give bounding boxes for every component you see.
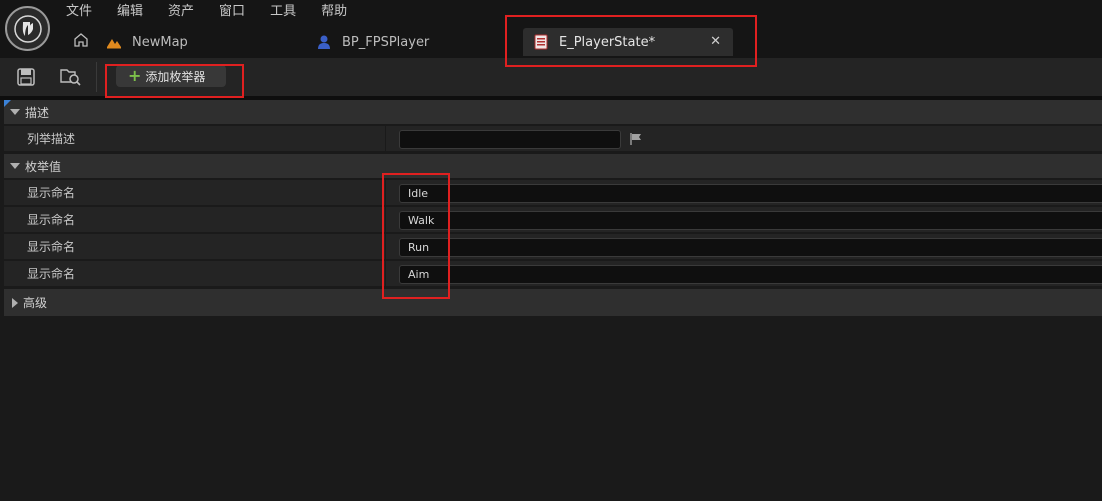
enum-description-input[interactable] (399, 130, 621, 149)
menu-edit[interactable]: 编辑 (117, 2, 155, 22)
enum-value-row: 显示命名 Idle (4, 180, 1102, 206)
tab-label: E_PlayerState* (559, 34, 656, 50)
section-title: 枚举值 (25, 159, 62, 174)
localization-flag-icon[interactable] (629, 132, 643, 146)
collapsed-arrow-icon (12, 297, 18, 308)
description-row: 列举描述 (4, 126, 1102, 152)
display-name-input[interactable]: Idle (399, 184, 1102, 203)
add-enumerator-label: 添加枚举器 (145, 69, 206, 84)
level-map-icon (106, 34, 122, 50)
display-name-input[interactable]: Run (399, 238, 1102, 257)
title-bar: 文件 编辑 资产 窗口 工具 帮助 NewMap BP_FPSPlayer E_… (0, 0, 1102, 58)
menu-tools[interactable]: 工具 (270, 2, 308, 22)
row-label: 显示命名 (27, 213, 76, 227)
column-separator (385, 207, 386, 233)
section-enum-values-header[interactable]: 枚举值 (4, 154, 1102, 178)
enum-value-row: 显示命名 Run (4, 234, 1102, 260)
column-separator (385, 234, 386, 260)
menu-help[interactable]: 帮助 (321, 2, 359, 22)
enum-asset-icon (533, 34, 549, 50)
display-name-input[interactable]: Walk (399, 211, 1102, 230)
unreal-logo-icon[interactable] (5, 6, 50, 51)
blueprint-pawn-icon (316, 34, 332, 50)
close-icon[interactable]: ✕ (710, 34, 721, 49)
row-label: 列举描述 (27, 132, 76, 146)
tab-label: BP_FPSPlayer (342, 34, 430, 50)
main-menu-bar: 文件 编辑 资产 窗口 工具 帮助 (66, 2, 372, 22)
menu-window[interactable]: 窗口 (219, 2, 257, 22)
panel-corner-marker (4, 100, 11, 107)
display-name-input[interactable]: Aim (399, 265, 1102, 284)
save-icon[interactable] (16, 67, 36, 87)
column-separator (385, 261, 386, 287)
section-title: 高级 (23, 296, 48, 310)
row-label: 显示命名 (27, 267, 76, 281)
row-label: 显示命名 (27, 186, 76, 200)
row-label: 显示命名 (27, 240, 76, 254)
expand-arrow-icon (10, 109, 20, 115)
section-advanced-header[interactable]: 高级 (4, 289, 1102, 316)
column-separator (385, 126, 386, 152)
tab-bp-fpsplayer[interactable]: BP_FPSPlayer (316, 28, 429, 56)
menu-asset[interactable]: 资产 (168, 2, 206, 22)
add-enumerator-button[interactable]: + 添加枚举器 (116, 65, 226, 87)
tab-label: NewMap (132, 34, 188, 50)
asset-toolbar: + 添加枚举器 (0, 58, 1102, 96)
enum-value-row: 显示命名 Walk (4, 207, 1102, 233)
section-title: 描述 (25, 105, 50, 120)
expand-arrow-icon (10, 163, 20, 169)
menu-file[interactable]: 文件 (66, 2, 104, 22)
tab-e-playerstate[interactable]: E_PlayerState* ✕ (523, 28, 733, 56)
section-description-header[interactable]: 描述 (4, 100, 1102, 124)
column-separator (385, 180, 386, 206)
enum-value-row: 显示命名 Aim (4, 261, 1102, 287)
plus-icon: + (128, 66, 142, 85)
document-tabs: NewMap BP_FPSPlayer E_PlayerState* ✕ (60, 26, 1102, 58)
home-icon[interactable] (72, 31, 90, 49)
browse-to-asset-icon[interactable] (60, 67, 81, 87)
tab-newmap[interactable]: NewMap (106, 28, 188, 56)
toolbar-separator (96, 62, 97, 92)
